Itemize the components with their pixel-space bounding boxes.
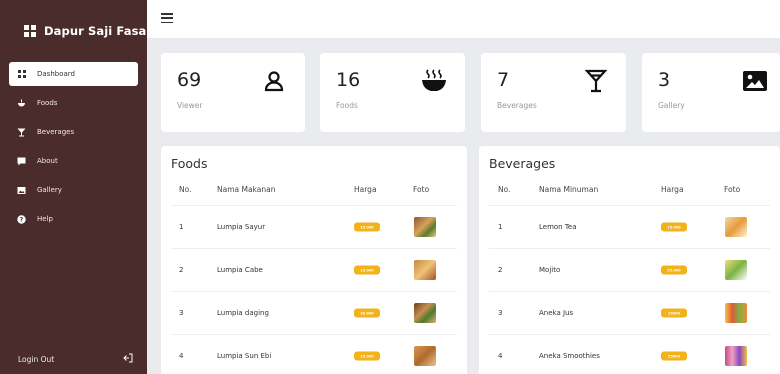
row-number: 3	[498, 309, 503, 317]
sidebar-item-dashboard[interactable]: Dashboard	[9, 62, 138, 86]
row-name: Lumpia Sun Ebi	[217, 352, 272, 360]
utensils-icon	[17, 99, 26, 108]
question-circle-icon: ?	[17, 214, 26, 224]
sidebar-item-label: About	[37, 157, 58, 165]
brand-title: Dapur Saji Fasal7	[44, 24, 159, 38]
sidebar-menu: Dashboard Foods Beverages About Gallery	[0, 62, 147, 231]
cocktail-icon	[17, 128, 26, 137]
stat-card-gallery: 3 Gallery	[642, 53, 780, 132]
sidebar-item-about[interactable]: About	[9, 149, 138, 173]
table-row[interactable]: 3 Lumpia daging 20.000	[171, 291, 457, 334]
sign-out-icon	[123, 353, 133, 365]
stat-card-foods: 16 Foods	[320, 53, 465, 132]
sidebar-item-label: Help	[37, 215, 53, 223]
header-price: Harga	[354, 185, 377, 194]
price-badge: 25.000	[661, 265, 687, 275]
row-number: 3	[179, 309, 184, 317]
stat-card-viewer: 69 Viewer	[161, 53, 305, 132]
table-row[interactable]: 2 Lumpia Cabe 15.000	[171, 248, 457, 291]
price-badge: 15.000	[354, 351, 380, 361]
price-badge: 15.000	[354, 265, 380, 275]
logout-button[interactable]: Login Out	[0, 344, 147, 374]
item-photo	[725, 260, 747, 280]
item-photo	[414, 346, 436, 366]
martini-icon	[583, 68, 609, 94]
header-price: Harga	[661, 185, 684, 194]
panel-title: Foods	[171, 156, 208, 171]
row-number: 1	[498, 223, 503, 231]
row-number: 2	[179, 266, 184, 274]
table-row[interactable]: 2 Mojito 25.000	[489, 248, 770, 291]
sidebar-item-beverages[interactable]: Beverages	[9, 120, 138, 144]
price-badge: 15000	[661, 308, 687, 318]
sidebar: Dapur Saji Fasal7 Dashboard Foods Bevera…	[0, 0, 158, 374]
price-badge: 15.000	[354, 222, 380, 232]
menu-toggle-icon[interactable]	[161, 13, 173, 23]
price-badge: 15.000	[661, 222, 687, 232]
sidebar-item-label: Gallery	[37, 186, 62, 194]
hot-bowl-icon	[421, 68, 447, 94]
stat-label: Viewer	[177, 101, 203, 110]
item-photo	[414, 217, 436, 237]
table-row[interactable]: 3 Aneka Jus 15000	[489, 291, 770, 334]
row-name: Mojito	[539, 266, 561, 274]
row-name: Aneka Smoothies	[539, 352, 600, 360]
price-badge: 25000	[661, 351, 687, 361]
item-photo	[414, 260, 436, 280]
sidebar-item-label: Foods	[37, 99, 58, 107]
gallery-icon	[17, 186, 26, 195]
row-number: 4	[498, 352, 503, 360]
sidebar-item-label: Dashboard	[37, 70, 75, 78]
user-icon	[261, 68, 287, 94]
row-number: 2	[498, 266, 503, 274]
row-name: Lumpia Sayur	[217, 223, 266, 231]
brand[interactable]: Dapur Saji Fasal7	[0, 0, 158, 62]
item-photo	[414, 303, 436, 323]
price-badge: 20.000	[354, 308, 380, 318]
table-row[interactable]: 4 Lumpia Sun Ebi 15.000	[171, 334, 457, 374]
table-row[interactable]: 1 Lumpia Sayur 15.000	[171, 205, 457, 248]
comment-icon	[17, 157, 26, 166]
item-photo	[725, 346, 747, 366]
sidebar-item-gallery[interactable]: Gallery	[9, 178, 138, 202]
brand-grid-icon	[24, 25, 36, 37]
header-no: No.	[179, 185, 192, 194]
item-photo	[725, 303, 747, 323]
item-photo	[725, 217, 747, 237]
header-photo: Foto	[724, 185, 741, 194]
stat-card-beverages: 7 Beverages	[481, 53, 626, 132]
row-name: Lumpia daging	[217, 309, 269, 317]
stat-label: Foods	[336, 101, 358, 110]
sidebar-item-help[interactable]: ? Help	[9, 207, 138, 231]
header-name: Nama Minuman	[539, 185, 599, 194]
sidebar-item-foods[interactable]: Foods	[9, 91, 138, 115]
panel-title: Beverages	[489, 156, 556, 171]
row-name: Aneka Jus	[539, 309, 574, 317]
sidebar-item-label: Beverages	[37, 128, 75, 136]
table-row[interactable]: 4 Aneka Smoothies 25000	[489, 334, 770, 374]
header-photo: Foto	[413, 185, 430, 194]
row-number: 4	[179, 352, 184, 360]
row-name: Lumpia Cabe	[217, 266, 263, 274]
stat-label: Gallery	[658, 101, 685, 110]
table-row[interactable]: 1 Lemon Tea 15.000	[489, 205, 770, 248]
row-name: Lemon Tea	[539, 223, 577, 231]
header-name: Nama Makanan	[217, 185, 276, 194]
stat-label: Beverages	[497, 101, 537, 110]
logout-label: Login Out	[18, 354, 55, 364]
image-icon	[742, 68, 768, 94]
row-number: 1	[179, 223, 184, 231]
grid-icon	[17, 70, 26, 79]
header-no: No.	[498, 185, 511, 194]
topbar	[147, 0, 780, 38]
svg-text:?: ?	[20, 216, 24, 223]
